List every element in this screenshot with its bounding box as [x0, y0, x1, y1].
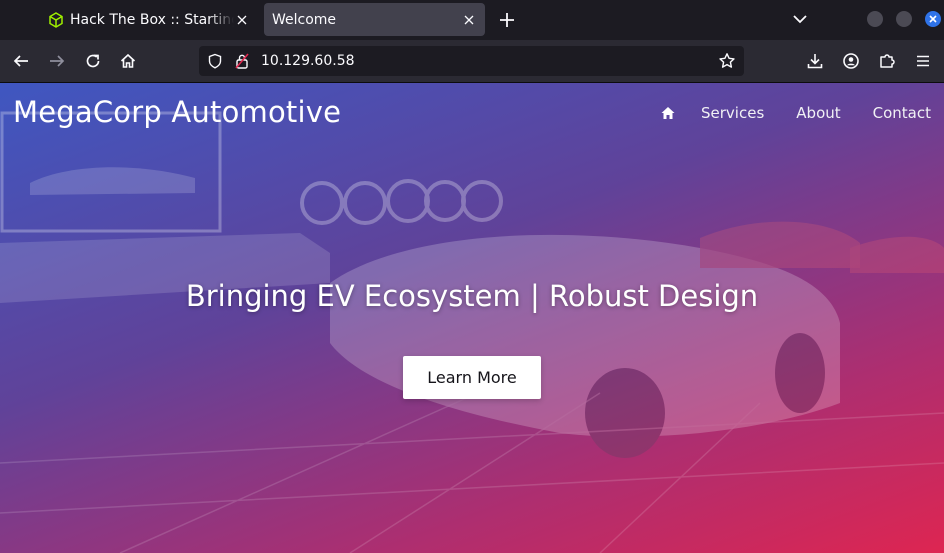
tab-title: Hack The Box :: Starting Point — [70, 11, 234, 28]
download-icon[interactable] — [806, 52, 824, 70]
home-icon[interactable] — [119, 52, 137, 70]
site-nav: Services About Contact — [661, 104, 931, 122]
navigation-toolbar: 10.129.60.58 — [0, 40, 944, 83]
maximize-button[interactable] — [896, 11, 912, 27]
htb-cube-icon — [49, 11, 63, 28]
site-brand[interactable]: MegaCorp Automotive — [13, 95, 341, 129]
home-icon[interactable] — [661, 106, 675, 120]
hero-section: MegaCorp Automotive Services About Conta… — [0, 83, 944, 553]
showroom-background-image — [0, 111, 944, 553]
close-tab-icon[interactable] — [234, 12, 250, 28]
learn-more-button[interactable]: Learn More — [403, 356, 541, 399]
tab-hack-the-box[interactable]: Hack The Box :: Starting Point — [40, 3, 258, 36]
account-icon[interactable] — [842, 52, 860, 70]
nav-link-services[interactable]: Services — [701, 104, 764, 122]
close-window-button[interactable] — [925, 11, 941, 27]
new-tab-icon[interactable] — [496, 9, 518, 31]
url-text[interactable]: 10.129.60.58 — [261, 53, 355, 69]
tab-title: Welcome — [272, 11, 337, 28]
shield-icon[interactable] — [207, 53, 223, 69]
back-icon[interactable] — [12, 52, 30, 70]
tab-strip: Hack The Box :: Starting Point Welcome — [0, 0, 944, 40]
hero-title: Bringing EV Ecosystem | Robust Design — [185, 279, 759, 313]
extensions-icon[interactable] — [878, 52, 896, 70]
bookmark-star-icon[interactable] — [718, 52, 736, 70]
minimize-button[interactable] — [867, 11, 883, 27]
menu-icon[interactable] — [914, 52, 932, 70]
close-tab-icon[interactable] — [461, 12, 477, 28]
url-bar[interactable]: 10.129.60.58 — [199, 46, 744, 76]
chevron-down-icon[interactable] — [790, 9, 810, 29]
insecure-lock-icon[interactable] — [235, 53, 249, 69]
reload-icon[interactable] — [84, 52, 102, 70]
nav-link-about[interactable]: About — [796, 104, 840, 122]
nav-link-contact[interactable]: Contact — [873, 104, 931, 122]
forward-icon[interactable] — [48, 52, 66, 70]
tab-welcome[interactable]: Welcome — [264, 3, 485, 36]
